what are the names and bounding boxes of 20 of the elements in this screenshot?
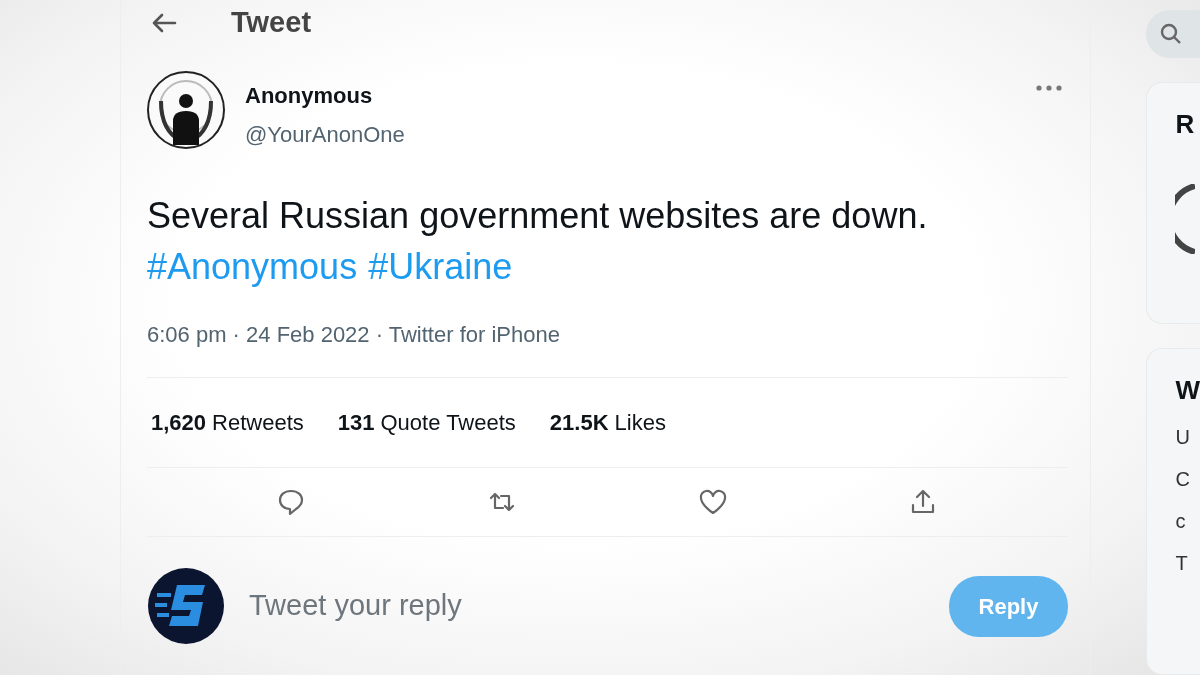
card-text: C (1175, 467, 1191, 493)
card-text: c (1175, 509, 1187, 535)
page-title: Tweet (231, 5, 312, 40)
card-heading: R (1175, 108, 1196, 142)
card-text: U (1175, 425, 1191, 451)
stat-link[interactable]: 21.5K Likes (549, 406, 666, 439)
tweet-text: Several Russian government websites are down. (147, 194, 929, 239)
tweet-timestamp: 6:06 pm · 24 Feb 2022 · Twitter for iPhone (147, 318, 1069, 378)
search-field[interactable] (1146, 10, 1200, 59)
card-heading: W (1175, 374, 1200, 408)
author-handle[interactable]: @YourAnonOne (245, 118, 405, 152)
card-text: T (1175, 551, 1189, 577)
stat-link[interactable]: 1,620 Retweets (151, 406, 304, 439)
heart-icon[interactable] (697, 488, 728, 516)
search-icon (1160, 23, 1183, 46)
more-icon[interactable] (1036, 85, 1063, 92)
back-arrow-icon[interactable] (151, 12, 177, 33)
user-avatar-icon[interactable] (147, 567, 225, 645)
author-name[interactable]: Anonymous (245, 79, 405, 113)
stat-link[interactable]: 131 Quote Tweets (337, 406, 516, 439)
